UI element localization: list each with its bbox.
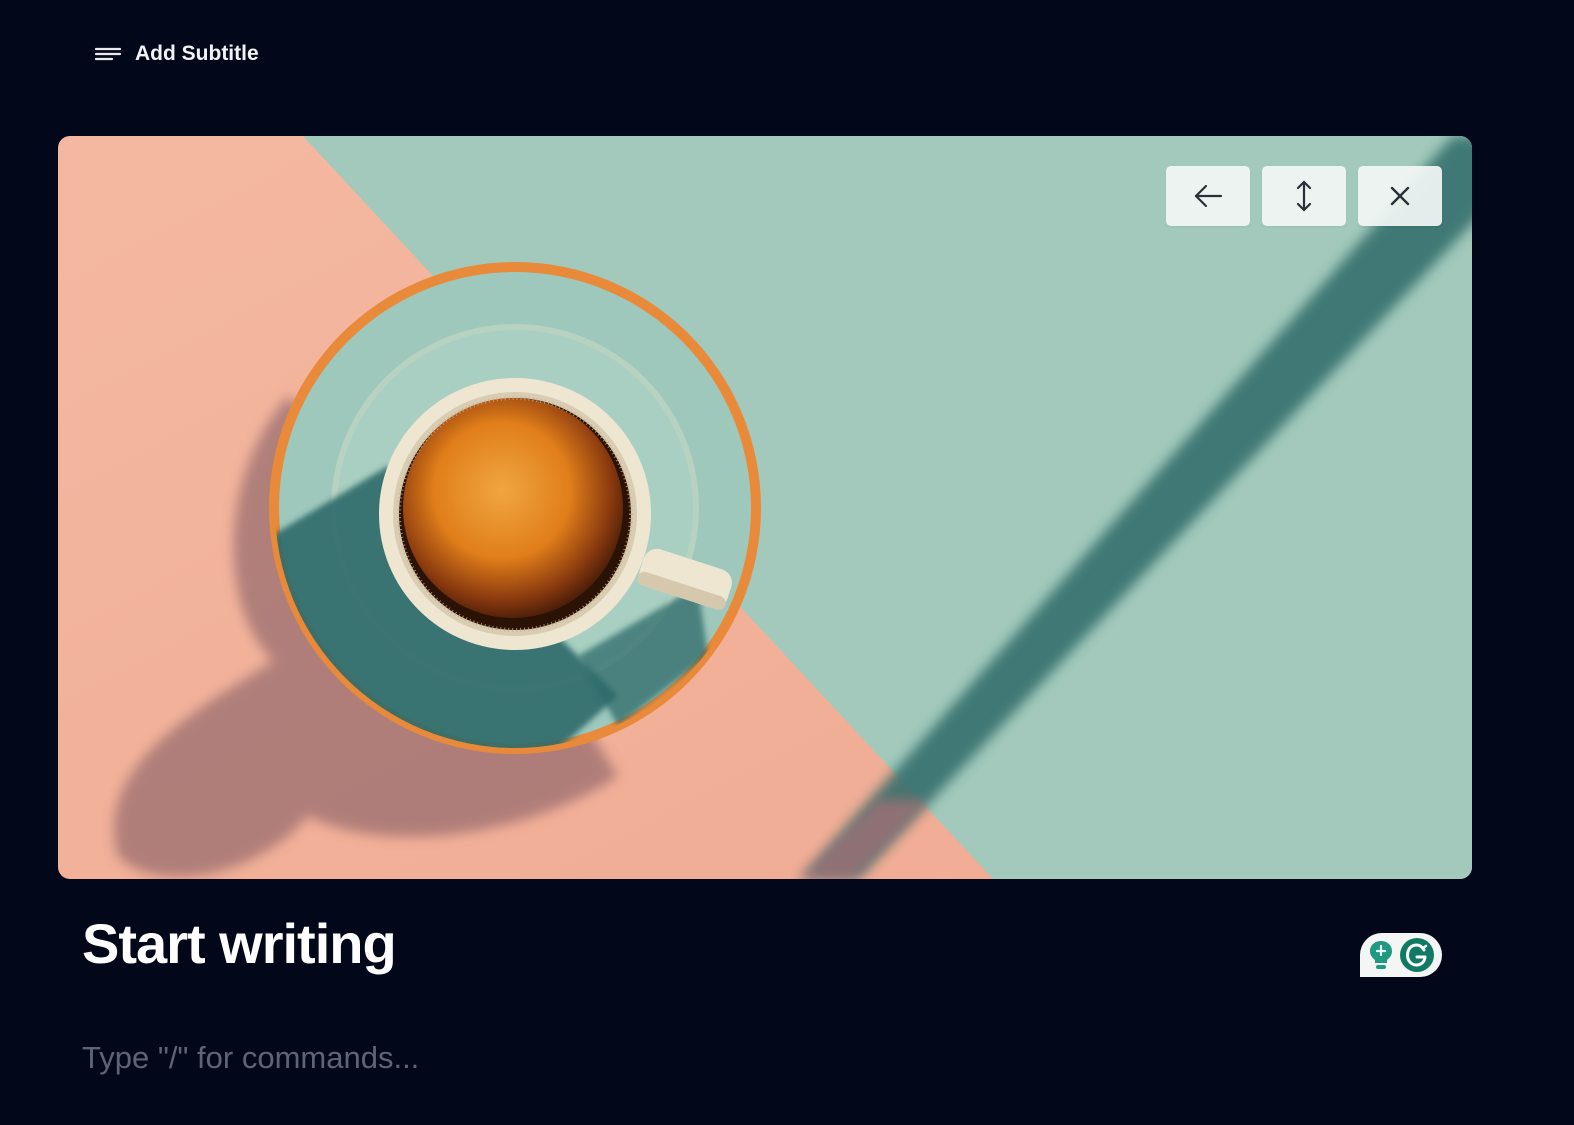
body-editor-input[interactable] [82,1036,1382,1080]
cover-toolbar [1166,166,1442,226]
remove-cover-button[interactable] [1358,166,1442,226]
back-button[interactable] [1166,166,1250,226]
close-icon [1389,185,1411,207]
grammarly-widget[interactable] [1360,933,1442,977]
grammarly-icon [1398,936,1436,974]
editor-page: Add Subtitle Start writing Type "/" for … [0,0,1574,1125]
page-title[interactable]: Start writing [82,908,397,980]
reposition-button[interactable] [1262,166,1346,226]
arrows-vertical-icon [1294,179,1314,213]
cover-image [58,136,1472,879]
arrow-left-icon [1193,183,1223,209]
text-lines-icon [95,46,121,62]
add-subtitle-button[interactable]: Add Subtitle [95,36,259,72]
lightbulb-icon [1366,938,1396,972]
coffee-cup-illustration [58,136,1472,879]
add-subtitle-label: Add Subtitle [135,42,259,65]
